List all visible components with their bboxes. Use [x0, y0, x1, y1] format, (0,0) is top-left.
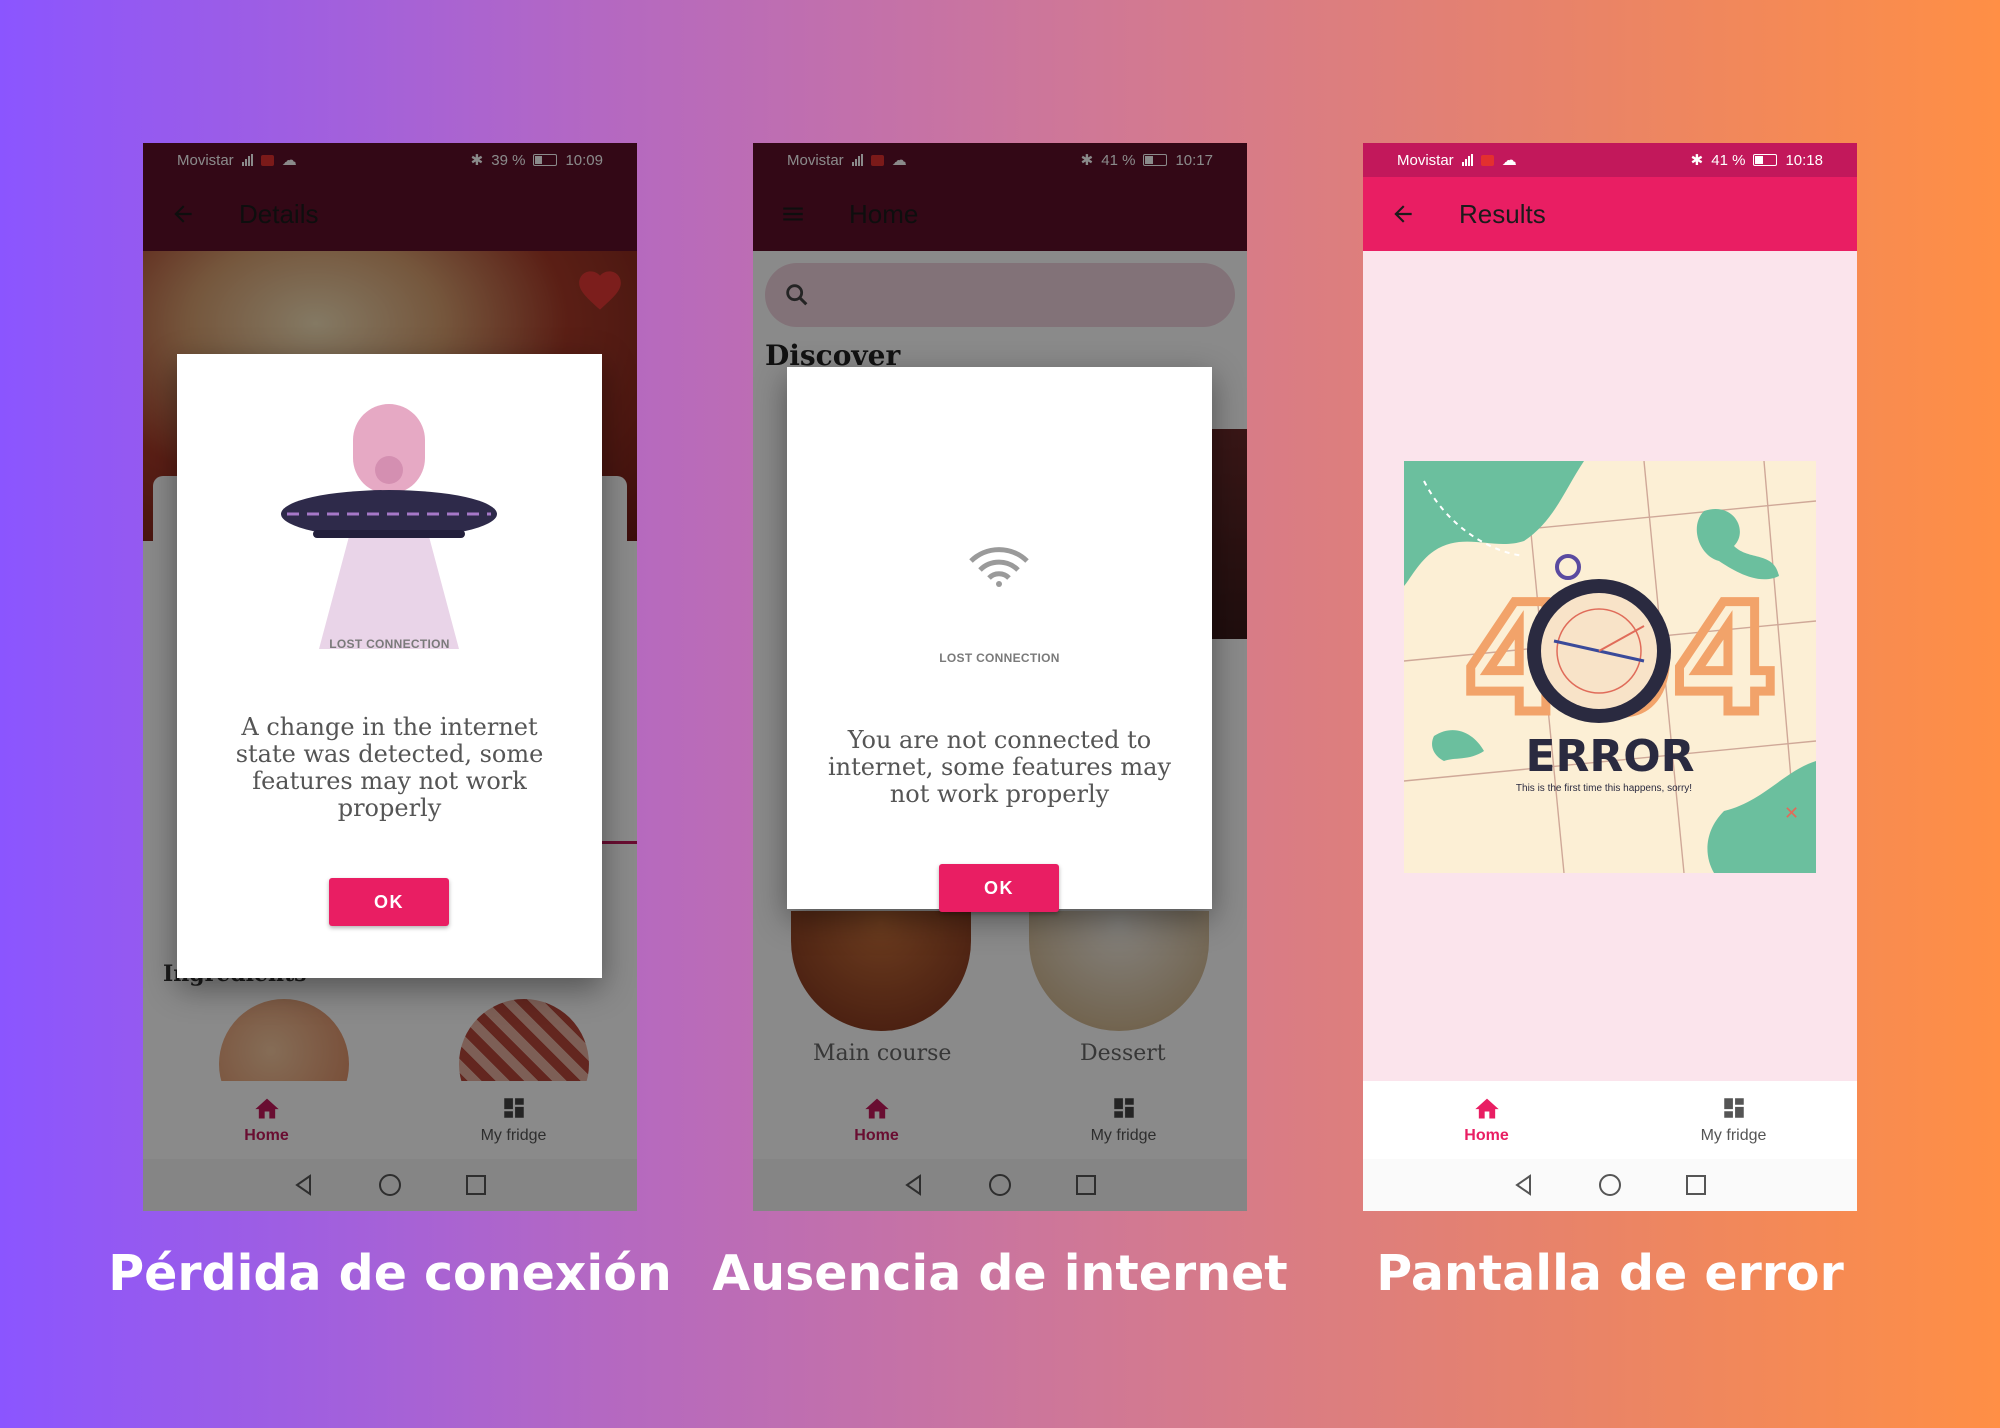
nav-home[interactable]: Home: [1363, 1081, 1610, 1159]
battery-icon: [1753, 154, 1778, 166]
home-icon: [1474, 1098, 1499, 1119]
system-navigation: [1363, 1159, 1857, 1211]
phone-screen-error: Movistar ☁ ✱ 41 % 10:18 Results ERROR Th…: [1363, 143, 1857, 1211]
page-title: Results: [1459, 198, 1546, 229]
status-bar: Movistar ☁ ✱ 41 % 10:18: [1363, 143, 1857, 177]
error-404-illustration: 404 ERROR This is the first time this ha…: [1404, 461, 1816, 873]
caption-error-screen: Pantalla de error: [1376, 1245, 1844, 1302]
dashboard-icon: [1723, 1098, 1744, 1118]
carrier-label: Movistar: [1397, 151, 1454, 169]
lost-connection-dialog: LOST CONNECTION A change in the internet…: [177, 354, 602, 978]
error-heading: ERROR: [1525, 731, 1694, 782]
lost-connection-label: LOST CONNECTION: [329, 637, 450, 651]
caption-no-internet: Ausencia de internet: [712, 1245, 1288, 1302]
dialog-message: A change in the internet state was detec…: [235, 713, 544, 822]
app-bar: Results: [1363, 177, 1857, 251]
nav-fridge[interactable]: My fridge: [1610, 1081, 1857, 1159]
phone-screen-no-internet: Movistar ☁ ✱ 41 % 10:17 Home Discover Ma…: [753, 143, 1247, 1211]
caption-lost-connection: Pérdida de conexión: [108, 1245, 672, 1302]
arrow-back-icon[interactable]: [1385, 196, 1421, 232]
x-mark-icon: ✕: [1784, 803, 1799, 824]
nav-home-label: Home: [1464, 1127, 1509, 1144]
signal-icon: [1461, 154, 1473, 166]
bottom-navigation: Home My fridge: [1363, 1081, 1857, 1159]
phone-screen-lost-connection: Movistar ☁ ✱ 39 % 10:09 Details Ingredie…: [143, 143, 637, 1211]
lost-connection-label: LOST CONNECTION: [939, 651, 1060, 665]
bluetooth-icon: ✱: [1690, 152, 1704, 169]
ok-button[interactable]: OK: [939, 864, 1059, 912]
ufo-illustration: [281, 404, 497, 649]
results-content: 404 ERROR This is the first time this ha…: [1363, 251, 1857, 1106]
clock: 10:18: [1785, 151, 1823, 169]
recents-square-icon[interactable]: [1684, 1173, 1708, 1197]
cloud-icon: ☁: [1501, 152, 1517, 169]
battery-percent: 41 %: [1711, 151, 1746, 169]
dialog-message: You are not connected to internet, some …: [827, 726, 1172, 808]
no-internet-dialog: LOST CONNECTION You are not connected to…: [787, 367, 1212, 912]
home-circle-icon[interactable]: [1598, 1173, 1622, 1197]
ok-button[interactable]: OK: [329, 878, 449, 926]
nav-fridge-label: My fridge: [1700, 1127, 1767, 1144]
wifi-icon: [969, 547, 1029, 587]
error-subtitle: This is the first time this happens, sor…: [1516, 783, 1692, 794]
back-triangle-icon[interactable]: [1512, 1173, 1536, 1197]
notification-icon: [1480, 154, 1494, 166]
